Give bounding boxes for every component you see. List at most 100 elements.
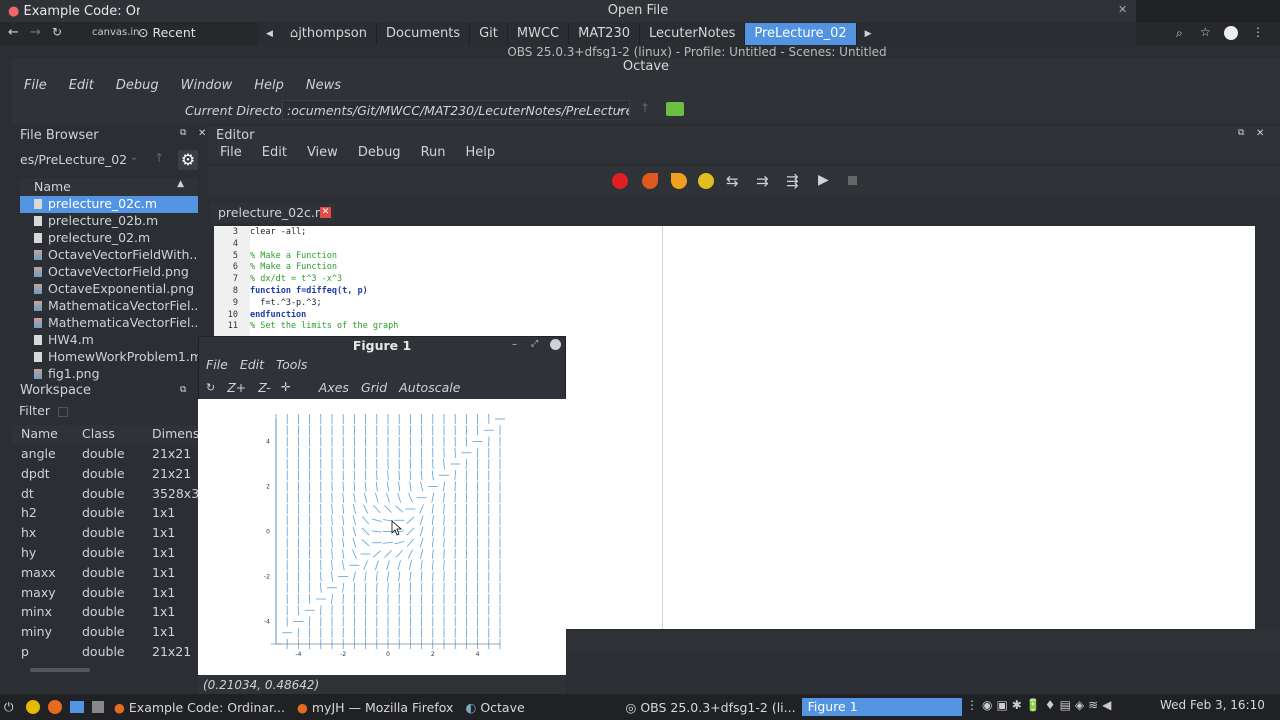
- crumb-lecuternotes[interactable]: LecuterNotes: [640, 23, 746, 45]
- workspace-row[interactable]: dt double 3528x35: [12, 485, 208, 505]
- figure-menu-tools[interactable]: Tools: [268, 356, 307, 376]
- undock-icon[interactable]: ⧉: [180, 128, 186, 138]
- editor-menu-run[interactable]: Run: [409, 144, 454, 164]
- code-line[interactable]: % Make a Function: [250, 251, 337, 261]
- editor-menu-file[interactable]: File: [208, 144, 250, 164]
- col-class[interactable]: Class: [78, 425, 144, 445]
- crumb-prelecture-02[interactable]: PreLecture_02: [745, 23, 857, 45]
- crumb-git[interactable]: Git: [470, 23, 508, 45]
- next-breakpoint-icon[interactable]: [642, 173, 658, 189]
- vertical-scrollbar[interactable]: [1256, 226, 1266, 629]
- previous-breakpoint-icon[interactable]: [671, 173, 687, 189]
- step-out-icon[interactable]: ⇶: [786, 172, 799, 190]
- file-item[interactable]: OctaveVectorField.png: [20, 264, 198, 281]
- menu-help[interactable]: Help: [242, 76, 294, 96]
- close-icon[interactable]: ✕: [1256, 128, 1264, 139]
- task-obs[interactable]: ◎ OBS 25.0.3+dfsg1-2 (li...: [619, 700, 801, 715]
- code-line[interactable]: endfunction: [250, 310, 306, 320]
- editor-menu-view[interactable]: View: [295, 144, 346, 164]
- file-item[interactable]: prelecture_02c.m: [20, 196, 198, 213]
- remove-breakpoints-icon[interactable]: [698, 173, 714, 189]
- menu-edit[interactable]: Edit: [57, 76, 104, 96]
- close-icon[interactable]: ✕: [1118, 3, 1127, 16]
- chevron-left-icon[interactable]: ◀: [258, 29, 281, 39]
- code-line[interactable]: function f=diffeq(t, p): [250, 286, 368, 296]
- workspace-row[interactable]: h2 double 1x1: [12, 504, 208, 524]
- code-line[interactable]: % dx/dt = t^3 -x^3: [250, 274, 342, 284]
- run-icon[interactable]: ▶: [818, 172, 829, 188]
- chrome-icon[interactable]: [26, 700, 40, 714]
- up-arrow-icon[interactable]: ↑: [640, 101, 650, 115]
- axes-button[interactable]: Axes: [319, 380, 349, 395]
- menu-window[interactable]: Window: [169, 76, 243, 96]
- rotate-icon[interactable]: ↻: [206, 381, 215, 394]
- menu-file[interactable]: File: [12, 76, 57, 96]
- task-octave[interactable]: ◐ Octave: [459, 700, 619, 715]
- terminal-icon[interactable]: [92, 701, 104, 713]
- workspace-row[interactable]: minx double 1x1: [12, 603, 208, 623]
- zoom-in-button[interactable]: Z+: [227, 380, 246, 395]
- firefox-tab[interactable]: ● Example Code: Or: [0, 0, 140, 22]
- file-browser-path[interactable]: es/PreLecture_02: [20, 150, 140, 170]
- workspace-row[interactable]: maxx double 1x1: [12, 564, 208, 584]
- editor-tab[interactable]: prelecture_02c.m: [210, 203, 336, 223]
- crumb-documents[interactable]: Documents: [377, 23, 471, 45]
- workspace-row[interactable]: miny double 1x1: [12, 623, 208, 643]
- grid-button[interactable]: Grid: [361, 380, 387, 395]
- firefox-icon[interactable]: [48, 700, 62, 714]
- breakpoint-icon[interactable]: [612, 173, 628, 189]
- undock-icon[interactable]: ⧉: [1238, 128, 1244, 138]
- recent-item[interactable]: ⊙ Recent: [138, 25, 196, 40]
- file-item[interactable]: HomewWorkProblem1.m: [20, 349, 198, 366]
- horizontal-scrollbar[interactable]: [30, 668, 90, 672]
- reload-icon[interactable]: ↻: [52, 25, 62, 39]
- workspace-row[interactable]: hy double 1x1: [12, 544, 208, 564]
- crumb-mwcc[interactable]: MWCC: [508, 23, 570, 45]
- col-name[interactable]: Name: [12, 425, 78, 445]
- workspace-row[interactable]: angle double 21x21: [12, 445, 208, 465]
- close-icon[interactable]: ✕: [320, 207, 331, 218]
- back-icon[interactable]: ←: [8, 25, 19, 40]
- undock-icon[interactable]: ⧉: [180, 385, 186, 395]
- avatar[interactable]: [1224, 26, 1238, 40]
- quiver-plot[interactable]: -4 -2 0 2 4 4 2 0 -2 -4: [198, 399, 566, 675]
- file-item[interactable]: MathematicaVectorFiel...: [20, 298, 198, 315]
- code-line[interactable]: clear -all;: [250, 227, 306, 237]
- up-arrow-icon[interactable]: ↑: [154, 151, 164, 165]
- folder-icon[interactable]: [666, 102, 684, 116]
- file-item[interactable]: prelecture_02b.m: [20, 213, 198, 230]
- figure-menu-file[interactable]: File: [198, 356, 228, 376]
- crumb-home[interactable]: ⌂jthompson: [281, 23, 377, 45]
- workspace-row[interactable]: maxy double 1x1: [12, 584, 208, 604]
- folder-icon[interactable]: [70, 701, 84, 713]
- editor-menu-debug[interactable]: Debug: [346, 144, 409, 164]
- search-icon[interactable]: ⌕: [1176, 26, 1183, 41]
- file-item[interactable]: OctaveVectorFieldWith...: [20, 247, 198, 264]
- menu-icon[interactable]: ⋮: [1252, 25, 1264, 39]
- pan-icon[interactable]: ✛: [281, 380, 291, 394]
- file-item[interactable]: HW4.m: [20, 332, 198, 349]
- chevron-down-icon[interactable]: ⌄: [616, 103, 624, 114]
- figure-menu-edit[interactable]: Edit: [232, 356, 264, 376]
- code-line[interactable]: % Make a Function: [250, 262, 337, 272]
- code-line[interactable]: f=t.^3-p.^3;: [250, 298, 321, 308]
- editor-menu-help[interactable]: Help: [454, 144, 504, 164]
- file-item[interactable]: OctaveExponential.png: [20, 281, 198, 298]
- editor-menu-edit[interactable]: Edit: [250, 144, 295, 164]
- file-item[interactable]: prelecture_02.m: [20, 230, 198, 247]
- chevron-right-icon[interactable]: ▶: [857, 29, 880, 39]
- address-bar[interactable]: canvas.in: [92, 27, 140, 38]
- code-line[interactable]: % Set the limits of the graph: [250, 321, 398, 331]
- menu-news[interactable]: News: [294, 76, 351, 96]
- file-browser-header[interactable]: Name ▲: [20, 178, 198, 196]
- tray-icons[interactable]: ⋮◉▣✱🔋♦▤◈≋◀: [966, 698, 1115, 712]
- filter-checkbox[interactable]: [57, 406, 68, 417]
- star-icon[interactable]: ☆: [1200, 25, 1211, 39]
- close-icon[interactable]: [550, 339, 561, 350]
- menu-debug[interactable]: Debug: [104, 76, 169, 96]
- stop-icon[interactable]: [848, 176, 857, 185]
- workspace-row[interactable]: hx double 1x1: [12, 524, 208, 544]
- zoom-out-button[interactable]: Z-: [258, 380, 270, 395]
- maximize-icon[interactable]: ⤢: [531, 339, 538, 349]
- task-figure-1[interactable]: Figure 1: [801, 698, 962, 716]
